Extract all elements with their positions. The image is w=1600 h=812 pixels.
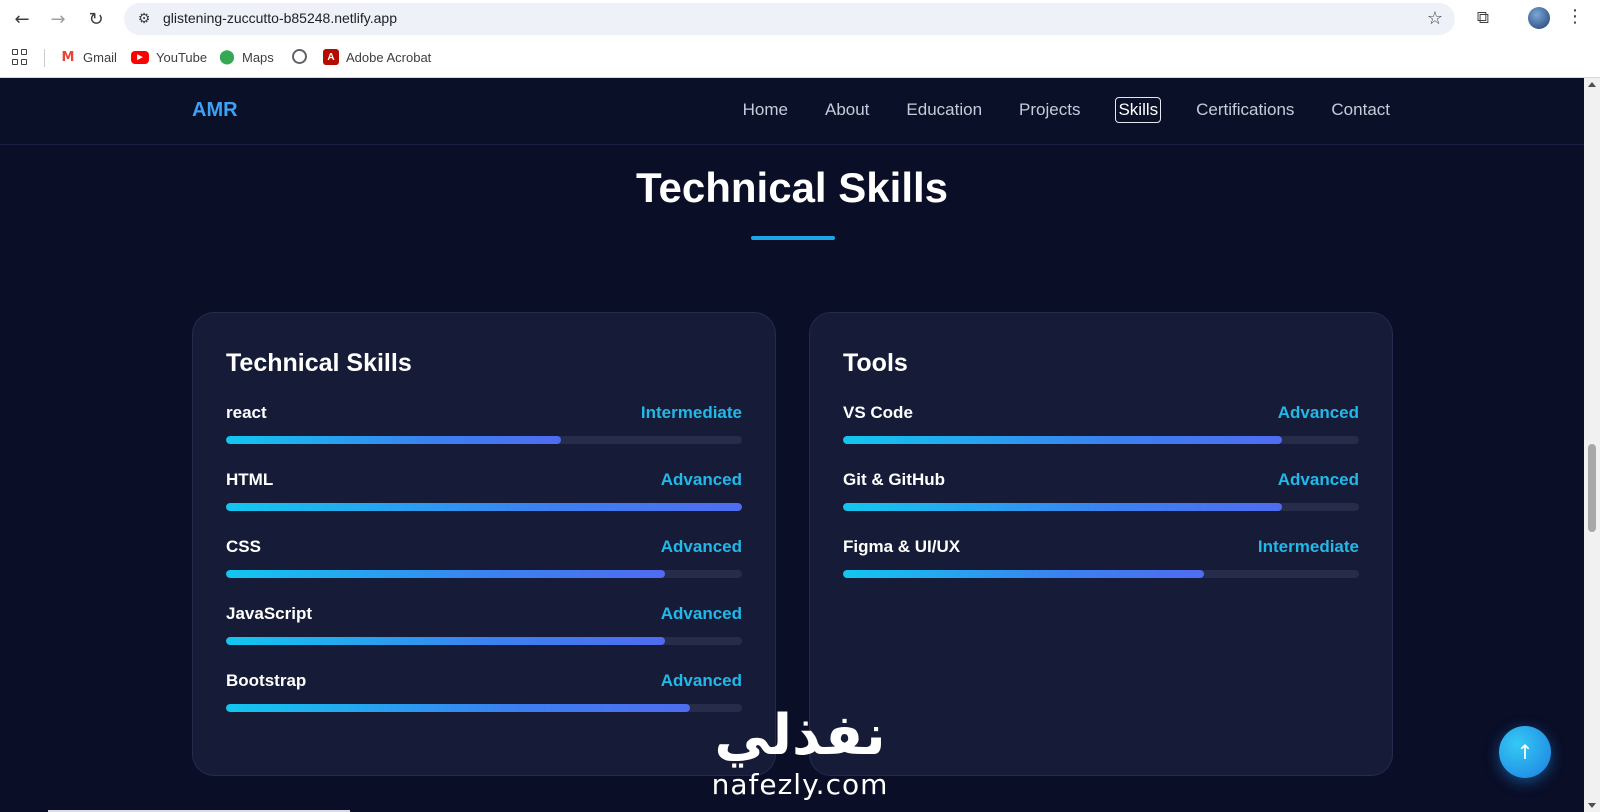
bookmarks-bar: M Gmail ▶ YouTube ⬤ Maps A Adobe Acrobat: [0, 42, 1600, 72]
youtube-icon: ▶: [131, 50, 149, 64]
bookmark-label: YouTube: [156, 49, 208, 65]
bookmark-youtube[interactable]: ▶ YouTube: [131, 47, 207, 67]
skill-level: Advanced: [660, 537, 742, 556]
bookmark-label: Maps: [242, 49, 274, 65]
skill-row: JavaScript Advanced: [226, 604, 742, 654]
gmail-icon: M: [61, 49, 75, 65]
nav-education[interactable]: Education: [904, 97, 984, 123]
skill-row: Git & GitHub Advanced: [843, 470, 1359, 520]
progress-fill: [226, 570, 665, 578]
menu-icon[interactable]: ⋮: [1566, 6, 1584, 30]
reload-icon[interactable]: ↻: [83, 7, 109, 31]
bookmark-adobe-acrobat[interactable]: A Adobe Acrobat: [323, 47, 431, 67]
progress-track: [226, 637, 742, 645]
scroll-up-arrow-icon[interactable]: [1588, 82, 1596, 87]
arrow-up-icon: ↑: [1516, 740, 1534, 764]
progress-fill: [843, 503, 1282, 511]
nav-links: Home About Education Projects Skills Cer…: [741, 97, 1392, 123]
skill-name: Git & GitHub: [843, 470, 945, 489]
skill-row: CSS Advanced: [226, 537, 742, 587]
nav-certifications[interactable]: Certifications: [1194, 97, 1296, 123]
progress-fill: [226, 503, 742, 511]
skill-level: Advanced: [1277, 470, 1359, 489]
card-title: Technical Skills: [226, 349, 412, 377]
skill-level: Advanced: [660, 470, 742, 489]
apps-grid-icon[interactable]: [12, 49, 28, 65]
progress-track: [226, 503, 742, 511]
progress-track: [843, 503, 1359, 511]
bookmark-label: Gmail: [83, 49, 117, 65]
maps-icon: ⬤: [219, 49, 235, 65]
skill-name: Bootstrap: [226, 671, 307, 690]
progress-track: [843, 570, 1359, 578]
forward-icon[interactable]: →: [45, 7, 71, 31]
technical-skills-card: Technical Skills react Intermediate HTML…: [192, 312, 776, 776]
back-icon[interactable]: ←: [9, 7, 35, 31]
bookmark-gmail[interactable]: M Gmail: [60, 47, 117, 67]
nav-skills[interactable]: Skills: [1115, 97, 1162, 123]
progress-fill: [226, 436, 562, 444]
extensions-icon[interactable]: ⧉: [1472, 8, 1494, 30]
skill-row: VS Code Advanced: [843, 403, 1359, 453]
brand-logo[interactable]: AMR: [192, 99, 238, 122]
scroll-to-top-button[interactable]: ↑: [1499, 726, 1551, 778]
skill-level: Advanced: [660, 604, 742, 623]
skill-level: Intermediate: [1257, 537, 1359, 556]
page-scrollbar[interactable]: [1584, 78, 1600, 812]
nav-about[interactable]: About: [823, 97, 871, 123]
progress-fill: [843, 436, 1282, 444]
bookmark-maps[interactable]: ⬤ Maps: [219, 47, 274, 67]
site-navbar: AMR Home About Education Projects Skills…: [0, 78, 1584, 145]
skill-name: Figma & UI/UX: [843, 537, 961, 556]
address-row: ← → ↻ ⚙ glistening-zuccutto-b85248.netli…: [0, 0, 1600, 38]
skill-name: JavaScript: [226, 604, 312, 623]
progress-track: [226, 704, 742, 712]
skill-row: Figma & UI/UX Intermediate: [843, 537, 1359, 587]
progress-fill: [843, 570, 1205, 578]
progress-fill: [226, 637, 665, 645]
scroll-thumb[interactable]: [1588, 444, 1596, 532]
skill-level: Advanced: [1277, 403, 1359, 422]
url-text[interactable]: glistening-zuccutto-b85248.netlify.app: [163, 10, 397, 26]
progress-fill: [226, 704, 691, 712]
progress-track: [843, 436, 1359, 444]
card-title: Tools: [843, 349, 908, 377]
acrobat-icon: A: [323, 49, 339, 65]
skill-level: Intermediate: [640, 403, 742, 422]
skill-row: HTML Advanced: [226, 470, 742, 520]
nav-projects[interactable]: Projects: [1017, 97, 1082, 123]
skill-row: Bootstrap Advanced: [226, 671, 742, 721]
skill-name: react: [226, 403, 267, 422]
section-title: Technical Skills: [635, 164, 949, 211]
watermark-latin: nafezly.com: [711, 768, 889, 801]
scroll-down-arrow-icon[interactable]: [1588, 803, 1596, 808]
watermark-arabic: نفذلي: [714, 703, 886, 768]
progress-track: [226, 436, 742, 444]
progress-track: [226, 570, 742, 578]
site-viewport: AMR Home About Education Projects Skills…: [0, 78, 1584, 812]
watermark: نفذلي nafezly.com: [700, 703, 900, 802]
bookmark-separator: [44, 49, 45, 67]
bookmark-star-icon[interactable]: ☆: [1427, 8, 1443, 29]
skill-level: Advanced: [660, 671, 742, 690]
skill-name: HTML: [226, 470, 274, 489]
nav-home[interactable]: Home: [741, 97, 790, 123]
skill-row: react Intermediate: [226, 403, 742, 453]
globe-icon[interactable]: [292, 49, 307, 64]
browser-chrome: ← → ↻ ⚙ glistening-zuccutto-b85248.netli…: [0, 0, 1600, 78]
skill-name: CSS: [226, 537, 261, 556]
profile-avatar[interactable]: [1528, 7, 1550, 29]
title-underline: [751, 236, 835, 240]
skill-name: VS Code: [843, 403, 913, 422]
nav-contact[interactable]: Contact: [1329, 97, 1392, 123]
address-bar[interactable]: ⚙ glistening-zuccutto-b85248.netlify.app…: [124, 3, 1455, 35]
site-settings-icon[interactable]: ⚙: [134, 9, 154, 29]
bookmark-label: Adobe Acrobat: [346, 49, 432, 65]
